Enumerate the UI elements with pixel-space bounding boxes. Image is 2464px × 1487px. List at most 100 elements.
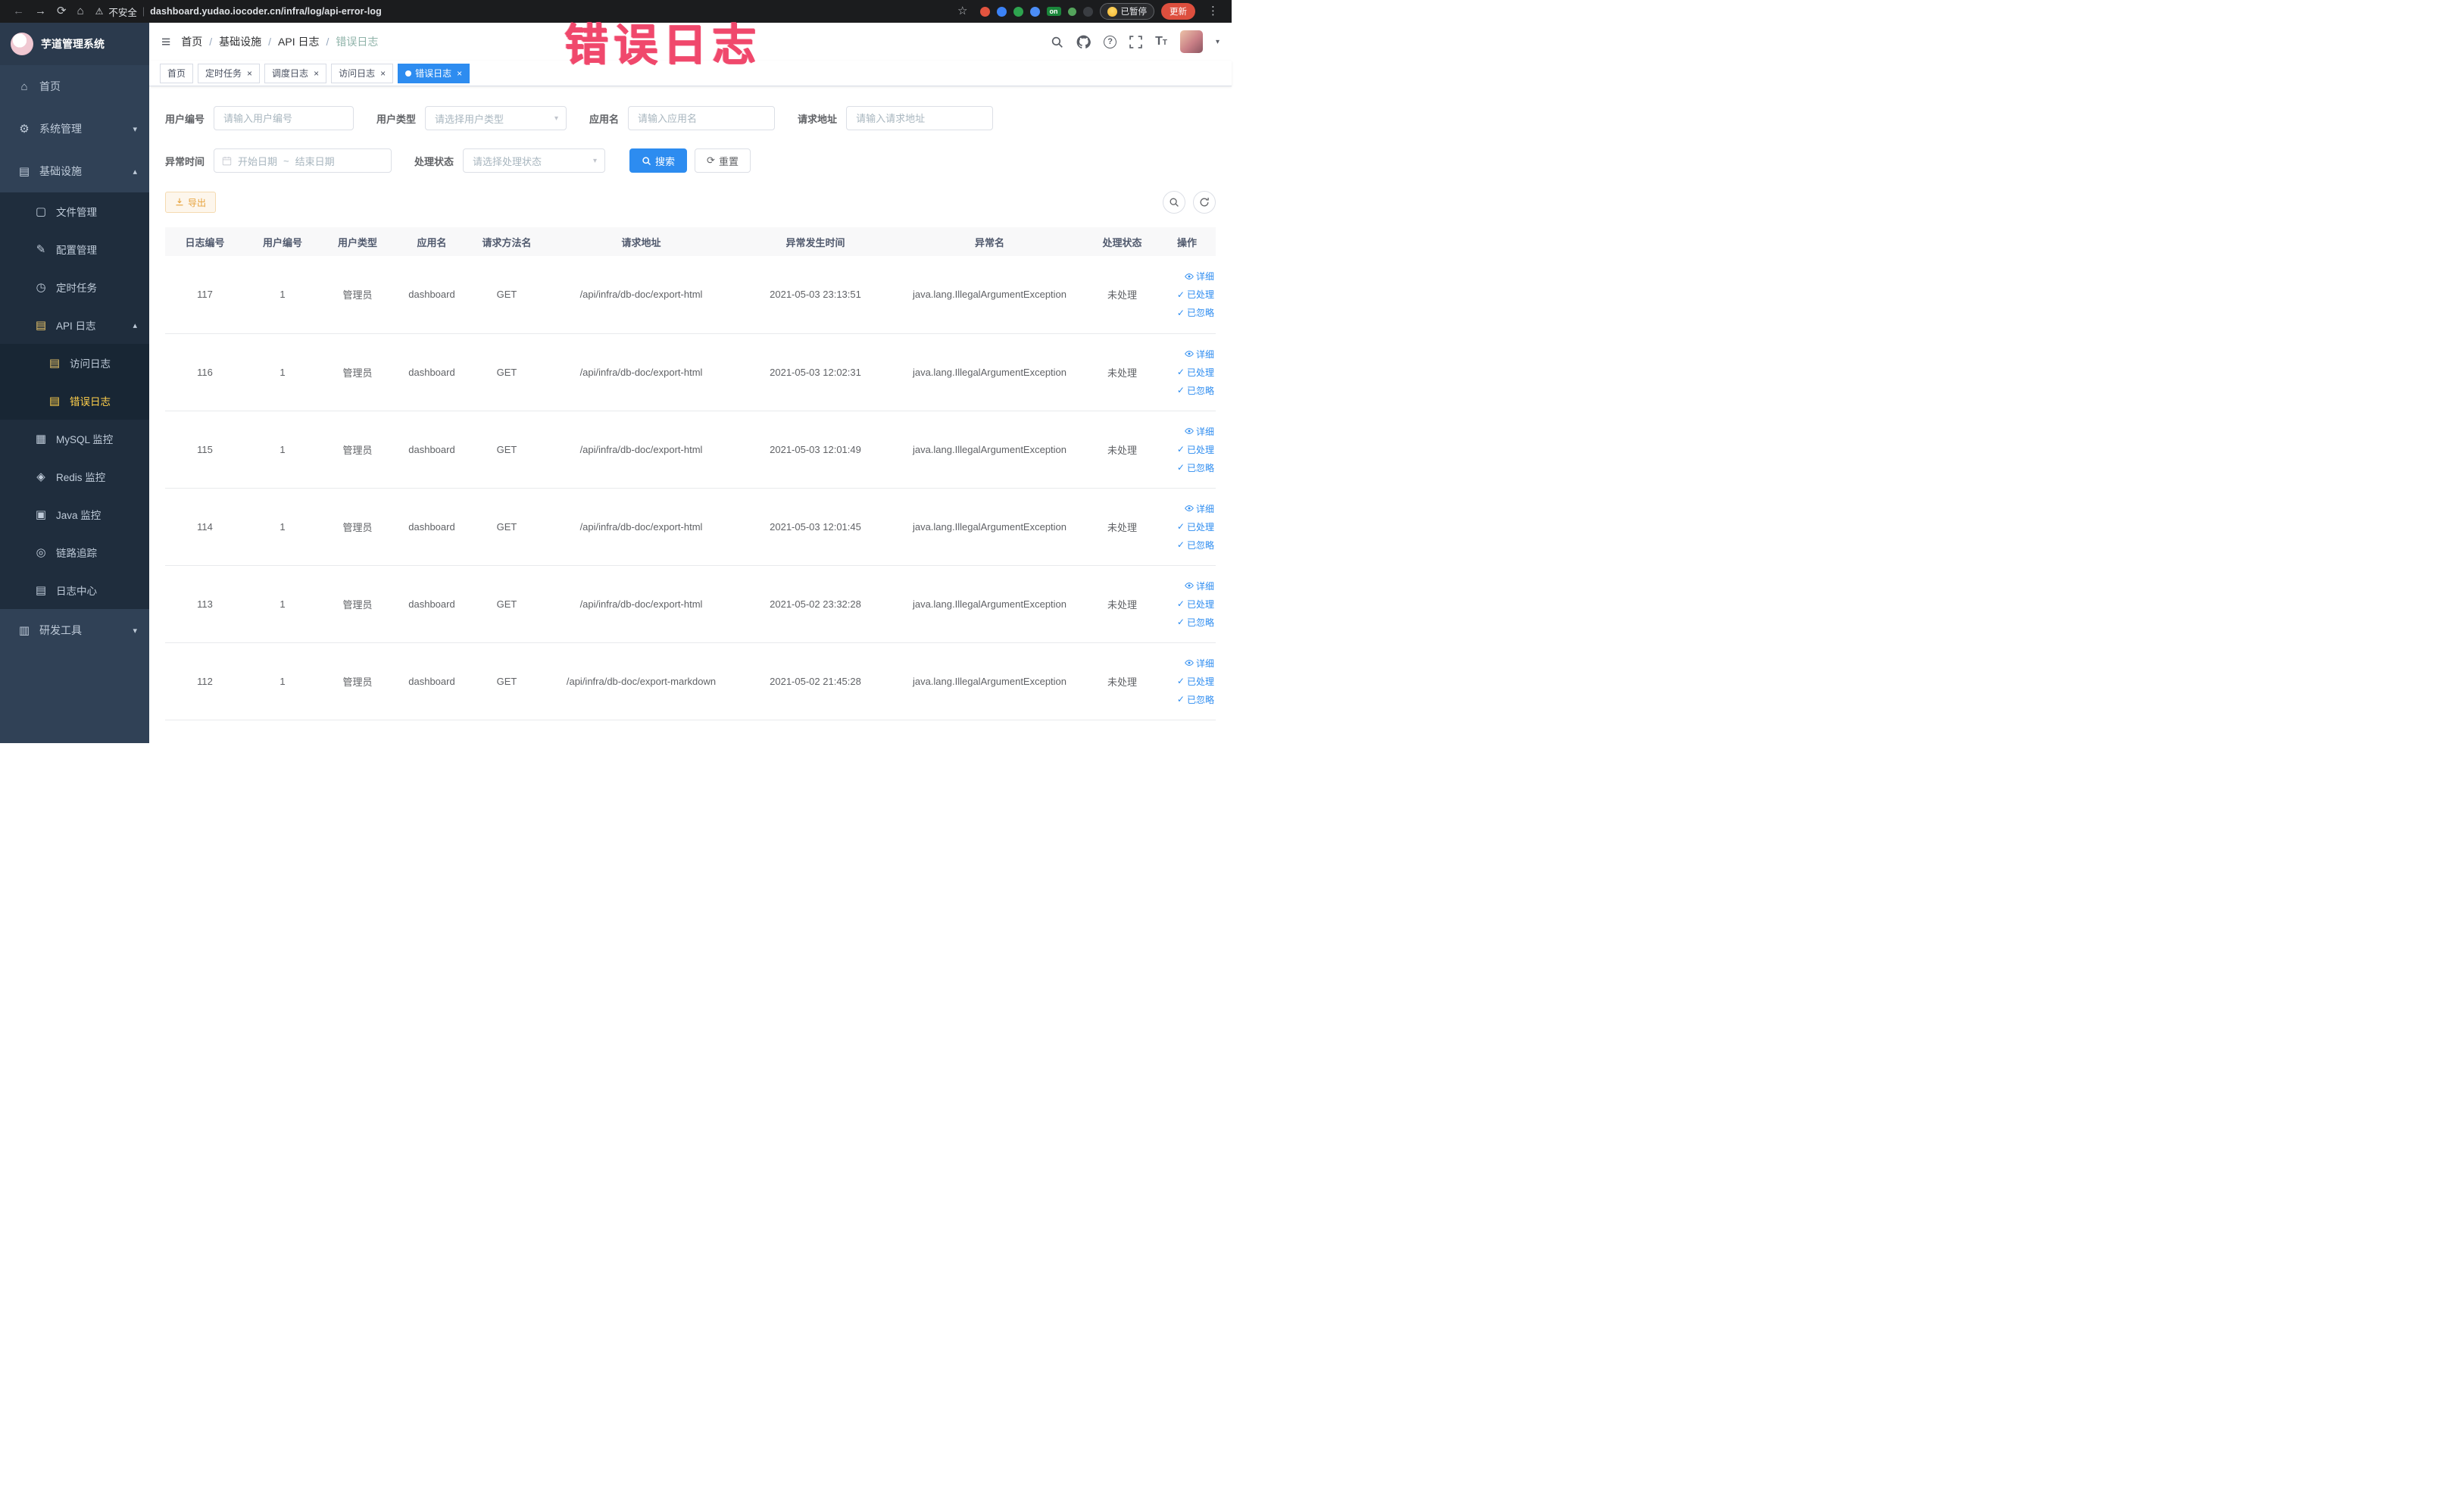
sidebar-item-config-management[interactable]: ✎ 配置管理 <box>0 230 149 268</box>
detail-link[interactable]: 详细 <box>1185 270 1214 283</box>
detail-link[interactable]: 详细 <box>1185 348 1214 361</box>
mark-processed-link[interactable]: ✓ 已处理 <box>1177 675 1214 688</box>
tab-access-log[interactable]: 访问日志 × <box>331 63 394 83</box>
mark-ignored-link[interactable]: ✓ 已忽略 <box>1177 539 1214 551</box>
search-button[interactable]: 搜索 <box>629 148 688 173</box>
mark-ignored-link[interactable]: ✓ 已忽略 <box>1177 616 1214 629</box>
date-range-picker[interactable]: 开始日期 ~ 结束日期 <box>214 148 392 173</box>
sidebar-toggle-icon[interactable]: ≡ <box>161 34 170 50</box>
toggle-search-button[interactable] <box>1163 191 1185 214</box>
sidebar-item-dev-tools[interactable]: ▥ 研发工具 ▾ <box>0 609 149 651</box>
cell-exception-name: java.lang.IllegalArgumentException <box>893 642 1086 720</box>
tab-close-icon[interactable]: × <box>380 69 386 78</box>
sidebar-item-file-management[interactable]: ▢ 文件管理 <box>0 192 149 230</box>
sidebar-item-mysql-monitor[interactable]: ▦ MySQL 监控 <box>0 420 149 458</box>
tab-close-icon[interactable]: × <box>314 69 319 78</box>
check-icon: ✓ <box>1176 444 1185 455</box>
tab-error-log[interactable]: 错误日志 × <box>398 63 470 83</box>
detail-link[interactable]: 详细 <box>1185 657 1214 670</box>
sidebar-item-api-log[interactable]: ▤ API 日志 ▴ <box>0 306 149 344</box>
search-icon[interactable] <box>1051 36 1063 48</box>
sidebar-item-home[interactable]: ⌂ 首页 <box>0 65 149 108</box>
browser-home-icon[interactable]: ⌂ <box>72 0 89 23</box>
tab-schedule-log[interactable]: 调度日志 × <box>264 63 327 83</box>
request-url-input[interactable] <box>846 106 994 130</box>
eye-icon <box>1185 583 1194 589</box>
app-name-input[interactable] <box>628 106 776 130</box>
mark-processed-link[interactable]: ✓ 已处理 <box>1177 366 1214 379</box>
tab-scheduled-jobs[interactable]: 定时任务 × <box>198 63 261 83</box>
mark-processed-link[interactable]: ✓ 已处理 <box>1177 288 1214 301</box>
cell-exception-time: 2021-05-03 23:13:51 <box>738 256 893 334</box>
forward-icon[interactable]: → <box>30 0 52 23</box>
sidebar-item-scheduled-jobs[interactable]: ◷ 定时任务 <box>0 268 149 306</box>
date-start-placeholder[interactable]: 开始日期 <box>238 154 277 168</box>
mark-processed-link[interactable]: ✓ 已处理 <box>1177 598 1214 611</box>
bookmark-star-icon[interactable]: ☆ <box>952 0 973 23</box>
breadcrumb-home[interactable]: 首页 <box>181 34 202 49</box>
sidebar-item-trace[interactable]: ◎ 链路追踪 <box>0 533 149 571</box>
user-avatar[interactable] <box>1179 30 1203 53</box>
breadcrumb-separator: / <box>209 36 213 48</box>
breadcrumb-infrastructure[interactable]: 基础设施 <box>219 34 261 49</box>
extension-icon-leaf[interactable] <box>1067 7 1076 16</box>
extension-icon-dark[interactable] <box>1082 6 1093 17</box>
refresh-table-button[interactable] <box>1193 191 1216 214</box>
sidebar-item-redis-monitor[interactable]: ◈ Redis 监控 <box>0 458 149 495</box>
sidebar-item-java-monitor[interactable]: ▣ Java 监控 <box>0 495 149 533</box>
sidebar-item-system-management[interactable]: ⚙ 系统管理 ▾ <box>0 108 149 150</box>
cell-log-id: 113 <box>165 565 245 643</box>
sidebar-item-label: 系统管理 <box>39 123 82 135</box>
address-bar[interactable]: ⚠ 不安全 | dashboard.yudao.iocoder.cn/infra… <box>95 5 382 19</box>
status-select[interactable]: 请选择处理状态 ▾ <box>463 148 606 173</box>
sidebar-item-infrastructure[interactable]: ▤ 基础设施 ▴ <box>0 150 149 192</box>
back-icon[interactable]: ← <box>8 0 30 23</box>
tab-close-icon[interactable]: × <box>247 69 252 78</box>
extension-icon-blue-drop[interactable] <box>996 6 1007 17</box>
cell-request-url: /api/infra/db-doc/export-html <box>545 411 738 489</box>
select-placeholder: 请选择用户类型 <box>435 113 504 125</box>
mark-ignored-link[interactable]: ✓ 已忽略 <box>1177 384 1214 397</box>
reset-button[interactable]: ⟳ 重置 <box>695 148 751 173</box>
sidebar-item-log-center[interactable]: ▤ 日志中心 <box>0 571 149 609</box>
date-end-placeholder[interactable]: 结束日期 <box>295 154 335 168</box>
detail-link[interactable]: 详细 <box>1185 425 1214 438</box>
mark-ignored-link[interactable]: ✓ 已忽略 <box>1177 693 1214 706</box>
mark-ignored-link[interactable]: ✓ 已忽略 <box>1177 461 1214 474</box>
detail-link[interactable]: 详细 <box>1185 579 1214 592</box>
update-button[interactable]: 更新 <box>1161 3 1195 20</box>
browser-menu-dots-icon[interactable]: ⋮ <box>1202 0 1224 23</box>
mark-processed-link[interactable]: ✓ 已处理 <box>1177 520 1214 533</box>
paused-badge[interactable]: 已暂停 <box>1099 3 1154 20</box>
table-row: 117 1 管理员 dashboard GET /api/infra/db-do… <box>165 256 1216 334</box>
extension-icon-blue-grid[interactable] <box>1029 6 1040 17</box>
detail-link[interactable]: 详细 <box>1185 502 1214 515</box>
url-text[interactable]: dashboard.yudao.iocoder.cn/infra/log/api… <box>150 6 382 17</box>
mark-ignored-link[interactable]: ✓ 已忽略 <box>1177 306 1214 319</box>
avatar-caret-icon[interactable]: ▾ <box>1216 38 1220 46</box>
mark-processed-link[interactable]: ✓ 已处理 <box>1177 443 1214 456</box>
request-url-label: 请求地址 <box>798 113 838 125</box>
font-size-icon[interactable]: TT <box>1155 36 1167 48</box>
help-icon[interactable]: ? <box>1104 35 1117 48</box>
tab-home[interactable]: 首页 <box>160 63 194 83</box>
tab-close-icon[interactable]: × <box>457 69 462 78</box>
document-icon: ▤ <box>35 584 47 597</box>
app-title: 芋道管理系统 <box>41 38 105 50</box>
export-button[interactable]: 导出 <box>165 192 217 213</box>
cell-user-type: 管理员 <box>320 488 395 566</box>
filter-app-name: 应用名 <box>589 106 776 130</box>
extension-icon-green[interactable] <box>1013 6 1023 17</box>
user-type-select[interactable]: 请选择用户类型 ▾ <box>425 106 567 130</box>
sidebar-item-access-log[interactable]: ▤ 访问日志 <box>0 344 149 382</box>
sidebar-item-error-log[interactable]: ▤ 错误日志 <box>0 382 149 420</box>
extension-icon-red[interactable] <box>979 6 990 17</box>
user-id-input[interactable] <box>214 106 354 130</box>
reload-icon[interactable]: ⟳ <box>52 0 72 23</box>
extension-on-badge[interactable]: on <box>1046 7 1061 16</box>
breadcrumb-api-log[interactable]: API 日志 <box>278 34 319 49</box>
cell-request-url: /api/infra/db-doc/export-html <box>545 488 738 566</box>
github-icon[interactable] <box>1076 35 1091 49</box>
fullscreen-icon[interactable] <box>1129 35 1142 48</box>
app-logo-row[interactable]: 芋道管理系统 <box>0 23 149 65</box>
